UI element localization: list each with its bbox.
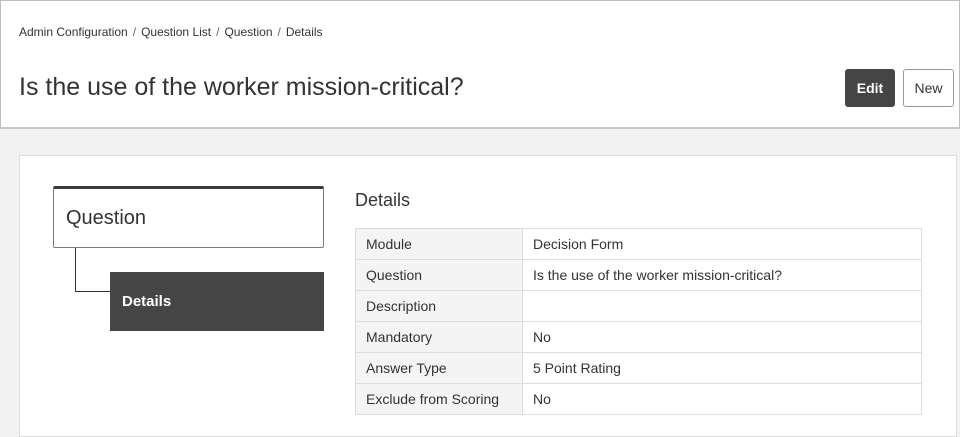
table-row: Exclude from Scoring No [355,383,922,415]
tree-node-question[interactable]: Question [53,186,324,248]
row-label-question: Question [355,259,523,291]
row-label-description: Description [355,290,523,322]
edit-button[interactable]: Edit [845,69,895,107]
breadcrumb-question[interactable]: Question [224,25,272,39]
row-value-exclude-from-scoring: No [522,383,922,415]
tree-node-details[interactable]: Details [110,272,324,331]
table-row: Question Is the use of the worker missio… [355,259,922,291]
table-row: Description [355,290,922,322]
row-value-module: Decision Form [522,228,922,260]
details-table: Module Decision Form Question Is the use… [355,228,922,415]
breadcrumb-separator: / [277,25,281,39]
table-row: Mandatory No [355,321,922,353]
breadcrumb-separator: / [132,25,137,39]
tree-connector-horizontal [75,291,110,292]
tree-connector-vertical [75,248,76,291]
row-label-mandatory: Mandatory [355,321,523,353]
table-row: Module Decision Form [355,228,922,260]
breadcrumb: Admin Configuration / Question List / Questi… [19,25,323,39]
row-value-question: Is the use of the worker mission-critica… [522,259,922,291]
breadcrumb-details: Details [285,25,323,39]
table-row: Answer Type 5 Point Rating [355,352,922,384]
row-value-answer-type: 5 Point Rating [522,352,922,384]
breadcrumb-separator: / [216,25,220,39]
new-button[interactable]: New [903,69,954,107]
tree-node-question-label: Question [66,206,147,229]
row-label-answer-type: Answer Type [355,352,523,384]
row-value-mandatory: No [522,321,922,353]
row-label-exclude-from-scoring: Exclude from Scoring [355,383,523,415]
row-label-module: Module [355,228,523,260]
breadcrumb-admin-configuration[interactable]: Admin Configuration [19,25,128,39]
tree-node-details-label: Details [122,293,172,310]
page-header: Admin Configuration / Question List / Questi… [0,0,960,129]
page-title: Is the use of the worker mission-critica… [19,73,464,101]
breadcrumb-question-list[interactable]: Question List [141,25,211,39]
row-value-description [522,290,922,322]
details-section-title: Details [355,190,411,210]
content-panel: Question Details Details Module Decision… [19,155,957,437]
